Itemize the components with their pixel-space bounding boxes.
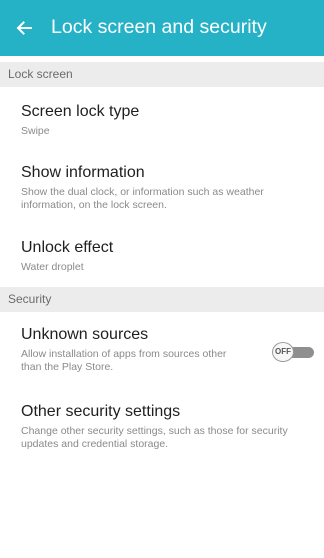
show-information-item[interactable]: Show information Show the dual clock, or… xyxy=(0,163,324,212)
app-bar: Lock screen and security xyxy=(0,0,324,56)
item-subtitle: Swipe xyxy=(21,125,50,137)
item-title: Other security settings xyxy=(21,403,181,420)
item-title: Unknown sources xyxy=(21,326,149,343)
section-header-lock-screen: Lock screen xyxy=(0,62,324,87)
unknown-sources-toggle[interactable]: OFF xyxy=(272,342,316,362)
section-header-security: Security xyxy=(0,287,324,312)
item-subtitle: Change other security settings, such as … xyxy=(21,425,288,450)
page-title: Lock screen and security xyxy=(51,16,267,38)
item-title: Screen lock type xyxy=(21,103,140,120)
back-button[interactable] xyxy=(10,14,38,42)
item-subtitle: Water droplet xyxy=(21,261,84,273)
unlock-effect-item[interactable]: Unlock effect Water droplet xyxy=(0,238,324,274)
toggle-thumb: OFF xyxy=(272,342,294,362)
other-security-settings-item[interactable]: Other security settings Change other sec… xyxy=(0,402,324,451)
item-title: Show information xyxy=(21,164,145,181)
arrow-left-icon xyxy=(16,21,32,35)
screen-lock-type-item[interactable]: Screen lock type Swipe xyxy=(0,102,324,138)
item-title: Unlock effect xyxy=(21,239,114,256)
item-subtitle: Allow installation of apps from sources … xyxy=(21,348,227,373)
item-subtitle: Show the dual clock, or information such… xyxy=(21,186,264,211)
